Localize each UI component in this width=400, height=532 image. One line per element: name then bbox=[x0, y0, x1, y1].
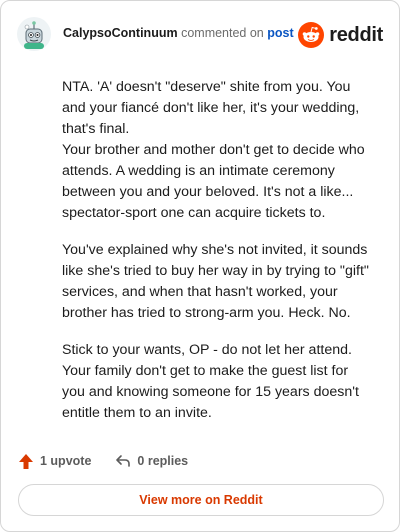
upvote-button[interactable]: 1 upvote bbox=[18, 453, 91, 470]
view-more-button[interactable]: View more on Reddit bbox=[18, 484, 384, 516]
comment-byline: CalypsoContinuum commented on post bbox=[63, 26, 294, 40]
comment-header: CalypsoContinuum commented on post reddi… bbox=[17, 17, 383, 53]
comment-actions: 1 upvote 0 replies bbox=[18, 451, 188, 471]
reply-arrow-icon bbox=[116, 455, 131, 467]
upvote-count: 1 upvote bbox=[40, 454, 92, 468]
comment-body: NTA. 'A' doesn't "deserve" shite from yo… bbox=[62, 77, 374, 424]
upvote-arrow-icon bbox=[19, 453, 33, 469]
comment-embed-card: CalypsoContinuum commented on post reddi… bbox=[0, 0, 400, 532]
username-link[interactable]: CalypsoContinuum bbox=[63, 26, 178, 40]
comment-paragraph-1: NTA. 'A' doesn't "deserve" shite from yo… bbox=[62, 79, 365, 221]
reddit-snoo-icon bbox=[298, 22, 325, 48]
reddit-wordmark: reddit bbox=[329, 23, 383, 46]
action-text: commented on bbox=[181, 26, 264, 40]
replies-button[interactable]: 0 replies bbox=[115, 454, 188, 468]
avatar[interactable] bbox=[17, 17, 51, 51]
post-link[interactable]: post bbox=[267, 26, 293, 40]
replies-count: 0 replies bbox=[137, 454, 189, 468]
comment-paragraph-2: You've explained why she's not invited, … bbox=[62, 242, 369, 321]
comment-paragraph-3: Stick to your wants, OP - do not let her… bbox=[62, 342, 359, 421]
robot-avatar-icon bbox=[17, 17, 51, 51]
reddit-logo[interactable]: reddit bbox=[298, 21, 383, 49]
